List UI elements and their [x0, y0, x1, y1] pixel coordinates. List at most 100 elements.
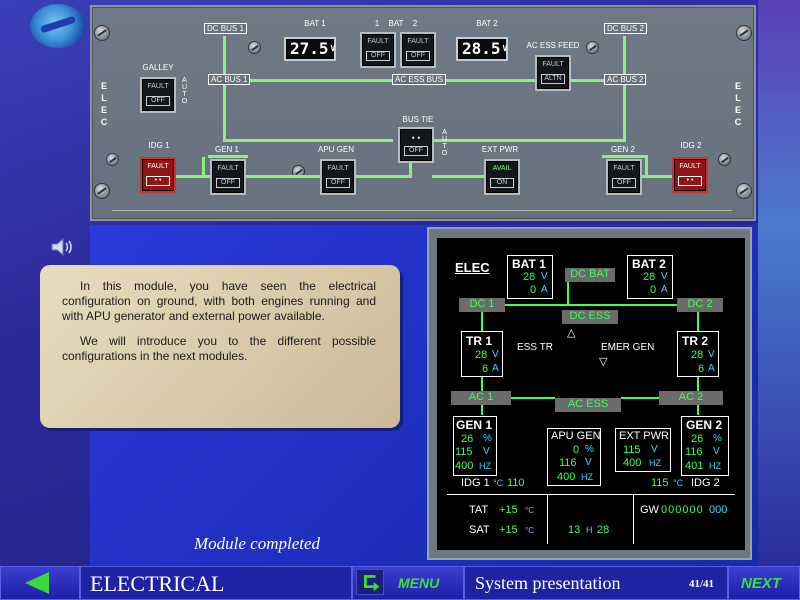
ecam-tr1-amp: 6: [482, 363, 489, 375]
bat1-fault-light: FAULT: [367, 38, 389, 45]
gen2-title: GEN 2: [610, 145, 635, 154]
ecam-gw-unit: 000: [709, 504, 728, 516]
ecam-bat2-volt-unit: V: [661, 271, 668, 282]
ecam-tat-unit: °C: [525, 506, 534, 515]
ecam-ext-pwr-hz-unit: HZ: [649, 458, 661, 468]
ecam-tr2-label: TR 2: [682, 334, 709, 348]
return-menu-icon[interactable]: [356, 569, 384, 595]
ac-ess-bus-label: AC ESS BUS: [392, 74, 447, 85]
bat1-title: BAT 1: [304, 19, 326, 28]
dc-bus1-label: DC BUS 1: [204, 23, 247, 34]
ac-bus2-label: AC BUS 2: [604, 74, 647, 85]
gen1-off-light: OFF: [216, 178, 240, 188]
gen1-pushbutton[interactable]: FAULT OFF: [210, 159, 246, 195]
ext-pwr-avail-light: AVAIL: [492, 165, 512, 172]
ecam-dc2-bar: DC 2: [677, 298, 723, 312]
ecam-dc1-bar: DC 1: [459, 298, 505, 312]
return-arrow-icon: [364, 575, 380, 592]
ecam-ext-pwr-volt: 115: [623, 444, 641, 456]
gen1-fault-light: FAULT: [217, 165, 239, 172]
ecam-emer-gen-label: EMER GEN: [601, 342, 655, 353]
ecam-tr2-volt: 28: [691, 349, 704, 361]
ecam-gen2-volt: 116: [685, 446, 703, 458]
ecam-gw-value: 000000: [661, 504, 704, 516]
ecam-ext-pwr-hz: 400: [623, 457, 642, 469]
dc-bus2-label: DC BUS 2: [604, 23, 647, 34]
apu-gen-off-light: OFF: [326, 178, 350, 188]
bat1-pushbutton[interactable]: FAULT OFF: [360, 32, 396, 68]
ecam-bat2-label: BAT 2: [632, 257, 666, 271]
speaker-icon[interactable]: [50, 236, 76, 258]
ecam-title: ELEC: [455, 260, 490, 275]
ecam-ext-pwr-label: EXT PWR: [619, 430, 669, 442]
screw-icon: [106, 153, 119, 166]
idg1-dots: • •: [146, 176, 170, 186]
airline-logo: [30, 4, 86, 48]
ecam-apu-gen-volt-unit: V: [585, 457, 592, 468]
idg1-fault-light: FAULT: [147, 163, 169, 170]
elec-label-left: ELEC: [99, 81, 109, 129]
ecam-ac-link-right: [621, 397, 659, 399]
bat2-title: BAT 2: [476, 19, 498, 28]
galley-title: GALLEY: [142, 63, 174, 72]
idg2-pushbutton[interactable]: FAULT • •: [672, 157, 708, 193]
ext-pwr-pushbutton[interactable]: AVAIL ON: [484, 159, 520, 195]
idg1-title: IDG 1: [148, 141, 170, 150]
ecam-emer-gen-arrow-icon: ▽: [599, 356, 608, 368]
ecam-gen1-label: GEN 1: [456, 418, 493, 432]
bus-tie-dots: • •: [411, 133, 421, 143]
galley-pushbutton[interactable]: FAULT OFF: [140, 77, 176, 113]
ecam-status-vdivider-1: [547, 494, 548, 544]
menu-button[interactable]: MENU: [398, 575, 439, 591]
ecam-apu-gen-hz: 400: [557, 471, 576, 483]
module-note: In this module, you have seen the electr…: [40, 265, 400, 428]
ecam-gw-label: GW: [640, 504, 659, 516]
system-presentation-title: System presentation: [475, 573, 621, 593]
idg1-pushbutton[interactable]: FAULT • •: [140, 157, 176, 193]
ecam-sat-unit: °C: [525, 526, 534, 535]
bat1-voltmeter: 27.5 V: [284, 37, 336, 61]
ecam-gen1-volt-unit: V: [483, 446, 490, 457]
ecam-tr2-amp: 6: [698, 363, 705, 375]
bus-tie-pushbutton[interactable]: • • OFF: [398, 127, 434, 163]
ecam-gen2-volt-unit: V: [713, 446, 720, 457]
bat2-pushbutton[interactable]: FAULT OFF: [400, 32, 436, 68]
ac-ess-feed-altn-light: ALTN: [541, 74, 565, 84]
ecam-gen1-pct-unit: %: [483, 433, 492, 444]
bat-sw-bat: BAT: [388, 19, 404, 28]
ecam-ac1-line: [481, 377, 483, 391]
ecam-ess-tr-label: ESS TR: [517, 342, 553, 353]
ecam-idg2-label: IDG 2: [691, 477, 720, 489]
ecam-tat-label: TAT: [469, 504, 489, 516]
next-button[interactable]: NEXT: [741, 575, 781, 592]
ecam-elec-page: ELEC BAT 1 28 V 0 A BAT 2 28 V 0 A DC BA…: [437, 238, 745, 550]
ecam-bat1-label: BAT 1: [512, 257, 546, 271]
ecam-tr2-line: [697, 312, 699, 331]
ac-bus2-drop-line: [623, 82, 626, 142]
galley-off-light: OFF: [146, 96, 170, 106]
ac-ess-feed-title: AC ESS FEED: [526, 41, 580, 50]
ecam-tr2-amp-unit: A: [708, 363, 715, 374]
bat-sw-2: 2: [412, 19, 418, 28]
gen2-pushbutton[interactable]: FAULT OFF: [606, 159, 642, 195]
ecam-sat-label: SAT: [469, 524, 490, 536]
panel-divider: [112, 210, 732, 211]
ecam-gen1-line: [481, 405, 483, 415]
ecam-gen2-pct-unit: %: [713, 433, 722, 444]
ecam-sat-value: +15: [499, 524, 518, 536]
ecam-bat2-volt: 28: [643, 271, 656, 283]
ecam-apu-gen-pct: 0: [573, 444, 580, 456]
apu-gen-pushbutton[interactable]: FAULT OFF: [320, 159, 356, 195]
ecam-dc-line: [505, 304, 677, 306]
bus-tie-left-line: [223, 139, 393, 142]
ecam-gen1-volt: 115: [455, 446, 473, 458]
bat2-off-light: OFF: [406, 51, 430, 61]
screw-icon: [736, 183, 752, 199]
ecam-ac1-bar: AC 1: [451, 391, 511, 405]
ecam-apu-gen-label: APU GEN: [551, 430, 601, 442]
ecam-tr1-label: TR 1: [466, 334, 493, 348]
ac-ess-feed-pushbutton[interactable]: FAULT ALTN: [535, 55, 571, 91]
elec-label-right: ELEC: [733, 81, 743, 129]
screw-icon: [248, 41, 261, 54]
section-title: ELECTRICAL: [90, 571, 225, 596]
